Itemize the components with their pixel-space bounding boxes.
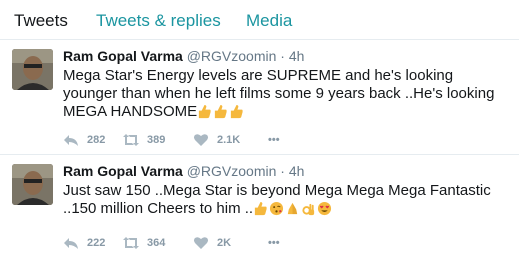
heart-eyes-face-icon <box>318 201 332 216</box>
tweet-text: Just saw 150 ..Mega Star is beyond Mega … <box>63 182 509 218</box>
ok-hand-icon <box>302 203 315 216</box>
folded-hands-icon <box>287 202 298 215</box>
tab-tweets-and-replies[interactable]: Tweets & replies <box>96 11 221 31</box>
author-name[interactable]: Ram Gopal Varma <box>63 48 183 64</box>
tab-tweets[interactable]: Tweets <box>14 11 68 31</box>
tweet-timestamp[interactable]: 4h <box>289 48 305 64</box>
tweet-text: Mega Star's Energy levels are SUPREME an… <box>63 67 509 121</box>
tweet-card[interactable]: Ram Gopal Varma @RGVzoomin · 4h Just saw… <box>0 155 519 255</box>
like-button[interactable]: 2.1K <box>193 133 268 147</box>
reply-count: 282 <box>87 134 106 146</box>
like-button[interactable]: 2K <box>193 236 268 250</box>
emoji-group <box>253 201 333 216</box>
more-icon: ••• <box>268 134 280 146</box>
tweet-actions: 282 389 2.1K ••• <box>63 132 288 148</box>
author-handle[interactable]: @RGVzoomin <box>187 163 277 179</box>
reply-button[interactable]: 282 <box>63 133 123 147</box>
more-icon: ••• <box>268 237 280 249</box>
thumbs-up-icon <box>199 104 211 119</box>
avatar[interactable] <box>12 49 53 90</box>
separator-dot: · <box>280 163 285 179</box>
avatar[interactable] <box>12 164 53 205</box>
tweet-text-content: Mega Star's Energy levels are SUPREME an… <box>63 67 495 120</box>
retweet-count: 364 <box>147 237 166 249</box>
reply-button[interactable]: 222 <box>63 236 123 250</box>
separator-dot: · <box>280 48 285 64</box>
reply-icon <box>64 238 78 249</box>
retweet-button[interactable]: 389 <box>123 133 193 147</box>
heart-icon <box>194 134 208 146</box>
tweet-header: Ram Gopal Varma @RGVzoomin · 4h <box>63 47 304 65</box>
profile-tabs: Tweets Tweets & replies Media <box>0 0 519 40</box>
emoji-group <box>197 104 245 119</box>
tweet-header: Ram Gopal Varma @RGVzoomin · 4h <box>63 162 304 180</box>
retweet-icon <box>123 134 139 146</box>
thumbs-up-icon <box>254 201 267 216</box>
retweet-count: 389 <box>147 134 166 146</box>
retweet-button[interactable]: 364 <box>123 236 193 250</box>
thumbs-up-icon <box>215 104 227 119</box>
heart-icon <box>194 237 208 249</box>
author-handle[interactable]: @RGVzoomin <box>187 48 277 64</box>
tab-media[interactable]: Media <box>246 11 292 31</box>
author-name[interactable]: Ram Gopal Varma <box>63 163 183 179</box>
kiss-face-icon <box>270 201 284 216</box>
thumbs-up-icon <box>231 104 243 119</box>
more-options-button[interactable]: ••• <box>268 134 288 146</box>
like-count: 2K <box>217 237 232 249</box>
reply-icon <box>64 135 78 146</box>
like-count: 2.1K <box>217 134 241 146</box>
retweet-icon <box>123 237 139 249</box>
more-options-button[interactable]: ••• <box>268 237 288 249</box>
tweet-actions: 222 364 2K ••• <box>63 235 288 251</box>
tweet-timestamp[interactable]: 4h <box>289 163 305 179</box>
reply-count: 222 <box>87 237 106 249</box>
tweet-card[interactable]: Ram Gopal Varma @RGVzoomin · 4h Mega Sta… <box>0 40 519 155</box>
